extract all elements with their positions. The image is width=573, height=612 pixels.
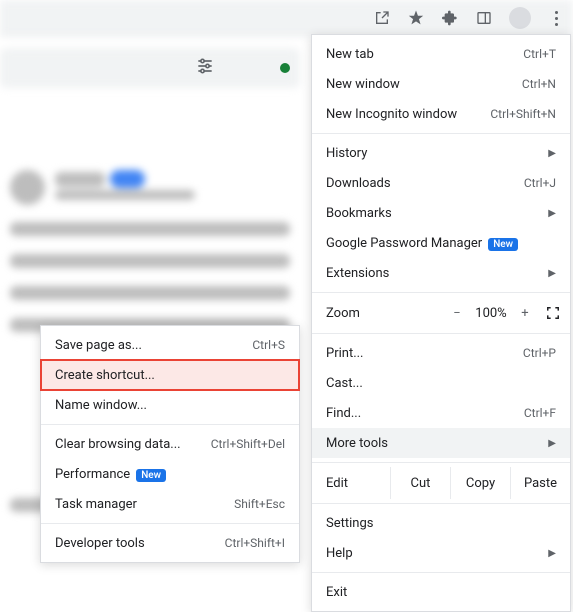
menu-item[interactable]: Create shortcut... [41,360,299,390]
share-icon[interactable] [373,9,391,27]
menu-item[interactable]: Google Password ManagerNew [312,228,570,258]
new-badge: New [136,469,166,482]
menu-item-label: Extensions [326,266,540,281]
paste-button[interactable]: Paste [510,467,570,499]
menu-item[interactable]: Cast... [312,368,570,398]
menu-item-label: New Incognito window [326,107,490,122]
fullscreen-icon[interactable] [546,306,560,320]
copy-button[interactable]: Copy [450,467,510,499]
separator [312,133,570,134]
new-badge: New [488,238,518,251]
extensions-icon[interactable] [441,9,459,27]
main-menu: New tabCtrl+TNew windowCtrl+NNew Incogni… [311,34,571,612]
menu-item-label: Clear browsing data... [55,437,211,452]
menu-item-label: Exit [326,585,556,600]
shortcut-label: Ctrl+Shift+N [490,107,556,121]
menu-item-label: History [326,146,540,161]
menu-item[interactable]: Print...Ctrl+P [312,338,570,368]
menu-item-label: New window [326,77,522,92]
menu-item[interactable]: DownloadsCtrl+J [312,168,570,198]
menu-item[interactable]: New Incognito windowCtrl+Shift+N [312,99,570,129]
submenu-arrow-icon: ▶ [548,148,556,159]
separator [312,292,570,293]
menu-item-label: Settings [326,516,556,531]
menu-item[interactable]: Clear browsing data...Ctrl+Shift+Del [41,429,299,459]
menu-item[interactable]: History ▶ [312,138,570,168]
menu-item-label: Save page as... [55,338,252,353]
shortcut-label: Ctrl+Shift+I [225,536,285,550]
zoom-out-button[interactable]: − [444,306,470,321]
edit-label: Edit [312,467,390,499]
shortcut-label: Ctrl+J [524,176,556,190]
menu-item-label: Cast... [326,376,556,391]
menu-item-label: Create shortcut... [55,368,285,383]
menu-item[interactable]: Save page as...Ctrl+S [41,330,299,360]
menu-item-label: New tab [326,47,523,62]
sidepanel-icon[interactable] [475,9,493,27]
separator [312,572,570,573]
shortcut-label: Ctrl+N [522,77,556,91]
cut-button[interactable]: Cut [390,467,450,499]
menu-item-label: More tools [326,436,540,451]
tune-icon[interactable] [195,56,219,80]
shortcut-label: Ctrl+Shift+Del [211,437,285,451]
menu-item-label: Find... [326,406,524,421]
menu-item[interactable]: PerformanceNew [41,459,299,489]
separator [312,503,570,504]
profile-icon[interactable] [509,7,531,29]
menu-item[interactable]: Developer toolsCtrl+Shift+I [41,528,299,558]
submenu-arrow-icon: ▶ [548,208,556,219]
zoom-percent: 100% [470,306,512,321]
submenu-arrow-icon: ▶ [548,268,556,279]
submenu-arrow-icon: ▶ [548,438,556,449]
menu-item[interactable]: Exit [312,577,570,607]
edit-row: Edit Cut Copy Paste [312,467,570,499]
shortcut-label: Ctrl+F [524,406,556,420]
shortcut-label: Shift+Esc [234,497,285,511]
menu-item[interactable]: Name window... [41,390,299,420]
shortcut-label: Ctrl+P [523,346,556,360]
menu-item[interactable]: New tabCtrl+T [312,39,570,69]
menu-item-label: Help [326,546,540,561]
zoom-label: Zoom [326,306,444,321]
menu-item-label: Name window... [55,398,285,413]
menu-item-label: Bookmarks [326,206,540,221]
menu-item[interactable]: Find...Ctrl+F [312,398,570,428]
zoom-row: Zoom − 100% + [312,297,570,329]
shortcut-label: Ctrl+T [523,47,556,61]
more-tools-submenu: Save page as...Ctrl+S Create shortcut... N… [40,325,300,563]
menu-item[interactable]: Task managerShift+Esc [41,489,299,519]
separator [41,523,299,524]
menu-item-label: Google Password ManagerNew [326,236,556,251]
more-icon[interactable] [547,11,565,26]
menu-item[interactable]: Help ▶ [312,538,570,568]
menu-item[interactable]: Bookmarks ▶ [312,198,570,228]
browser-toolbar [0,0,573,36]
menu-item[interactable]: New windowCtrl+N [312,69,570,99]
menu-item-label: PerformanceNew [55,467,285,482]
shortcut-label: Ctrl+S [252,338,285,352]
zoom-in-button[interactable]: + [512,306,538,321]
menu-item[interactable]: Settings [312,508,570,538]
status-dot-icon [280,63,290,73]
menu-item[interactable]: Extensions ▶ [312,258,570,288]
menu-item-label: Task manager [55,497,234,512]
menu-item-label: Print... [326,346,523,361]
separator [41,424,299,425]
separator [312,462,570,463]
bookmark-star-icon[interactable] [407,9,425,27]
separator [312,333,570,334]
submenu-arrow-icon: ▶ [548,548,556,559]
menu-item[interactable]: More tools ▶ [312,428,570,458]
menu-item-label: Downloads [326,176,524,191]
